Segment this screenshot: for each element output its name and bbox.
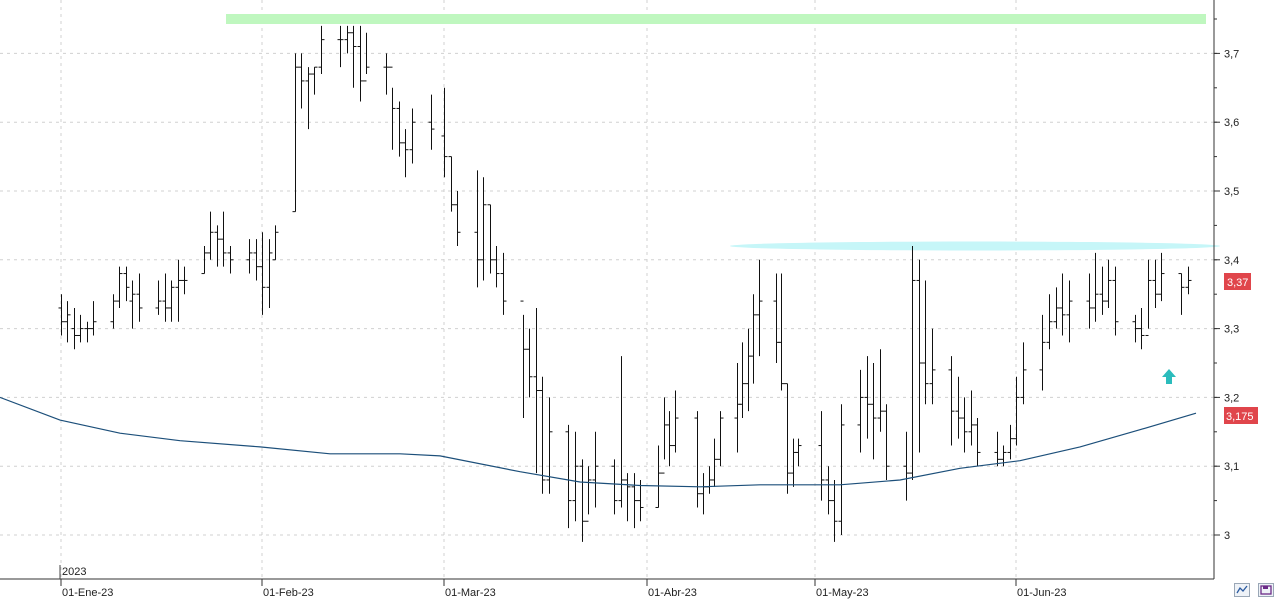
last-price-label: 3,37 bbox=[1227, 277, 1248, 289]
chart-canvas[interactable]: 3,7 3,6 3,5 3,4 3,3 3,2 3,1 3 01-Ene-23 01-Feb-2… bbox=[0, 0, 1278, 599]
chart-wave-icon bbox=[1236, 585, 1248, 594]
y-tick-label: 3,5 bbox=[1224, 186, 1239, 198]
y-tick-label: 3,4 bbox=[1224, 255, 1239, 267]
x-tick-label: 01-May-23 bbox=[816, 587, 869, 599]
save-icon bbox=[1260, 585, 1272, 595]
x-tick-label: 01-Feb-23 bbox=[263, 587, 314, 599]
y-tick-label: 3,7 bbox=[1224, 48, 1239, 60]
y-tick-label: 3 bbox=[1224, 530, 1230, 542]
x-tick-label: 01-Abr-23 bbox=[648, 587, 697, 599]
price-chart[interactable]: 3,7 3,6 3,5 3,4 3,3 3,2 3,1 3 01-Ene-23 01-Feb-2… bbox=[0, 0, 1278, 599]
save-button[interactable] bbox=[1258, 583, 1274, 597]
y-tick-label: 3,6 bbox=[1224, 117, 1239, 129]
x-tick-label: 01-Mar-23 bbox=[445, 587, 496, 599]
year-label: 2023 bbox=[62, 566, 86, 578]
plot-area bbox=[0, 0, 1214, 579]
y-tick-label: 3,3 bbox=[1224, 324, 1239, 336]
moving-average-label: 3,175 bbox=[1226, 411, 1254, 423]
y-tick-label: 3,1 bbox=[1224, 461, 1239, 473]
y-tick-label: 3,2 bbox=[1224, 392, 1239, 404]
last-price-badge: 3,37 bbox=[1224, 273, 1251, 290]
resistance-band-top bbox=[226, 14, 1206, 24]
moving-average-badge: 3,175 bbox=[1224, 407, 1258, 424]
x-tick-label: 01-Jun-23 bbox=[1017, 587, 1067, 599]
chart-type-button[interactable] bbox=[1234, 583, 1250, 597]
x-tick-label: 01-Ene-23 bbox=[62, 587, 113, 599]
x-axis-ticks: 01-Ene-23 01-Feb-23 01-Mar-23 01-Abr-23 01-M… bbox=[60, 579, 1067, 599]
resistance-band-mid bbox=[730, 241, 1220, 251]
